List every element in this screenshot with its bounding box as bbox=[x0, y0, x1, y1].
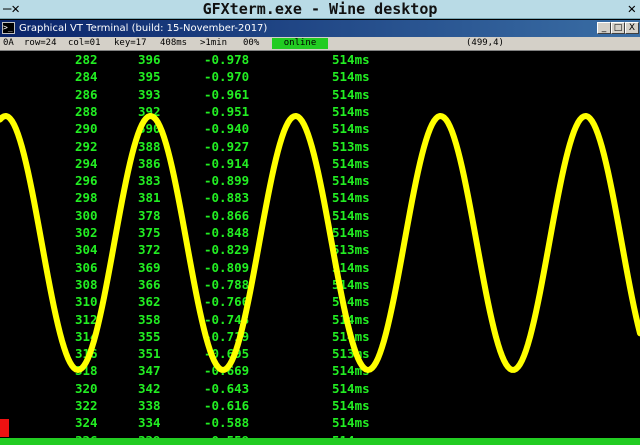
status-percent: 00% bbox=[243, 38, 260, 48]
window-titlebar[interactable]: >_ Graphical VT Terminal (build: 15-Nove… bbox=[0, 20, 640, 37]
wine-desktop-titlebar: —✕ GFXterm.exe - Wine desktop ✕ bbox=[0, 0, 640, 19]
online-status-badge: online bbox=[272, 38, 328, 49]
bottom-status-strip bbox=[0, 438, 640, 445]
window-title: Graphical VT Terminal (build: 15-Novembe… bbox=[19, 23, 268, 34]
terminal-app-icon[interactable]: >_ bbox=[2, 22, 15, 34]
sine-wave-graphic bbox=[0, 113, 640, 373]
status-delay: 408ms bbox=[160, 38, 188, 48]
sine-wave-path bbox=[0, 113, 640, 373]
status-timer: >1min bbox=[200, 38, 228, 48]
close-button[interactable]: X bbox=[625, 22, 639, 34]
desktop-close-icon[interactable]: ✕ bbox=[628, 0, 636, 18]
status-code: 0A bbox=[3, 38, 14, 48]
terminal-area[interactable]: 282 396 -0.978 514ms 284 395 -0.970 514ms 286 393… bbox=[0, 51, 640, 438]
maximize-button[interactable]: □ bbox=[611, 22, 625, 34]
status-col: col=01 bbox=[68, 38, 101, 48]
desktop-title: GFXterm.exe - Wine desktop bbox=[202, 0, 438, 18]
minimize-button[interactable]: _ bbox=[597, 22, 611, 34]
status-coords: (499,4) bbox=[466, 38, 504, 48]
status-row: row=24 bbox=[24, 38, 57, 48]
text-cursor bbox=[0, 419, 9, 437]
status-bar: 0A row=24 col=01 key=17 408ms >1min 00% … bbox=[0, 37, 640, 51]
status-key: key=17 bbox=[114, 38, 147, 48]
